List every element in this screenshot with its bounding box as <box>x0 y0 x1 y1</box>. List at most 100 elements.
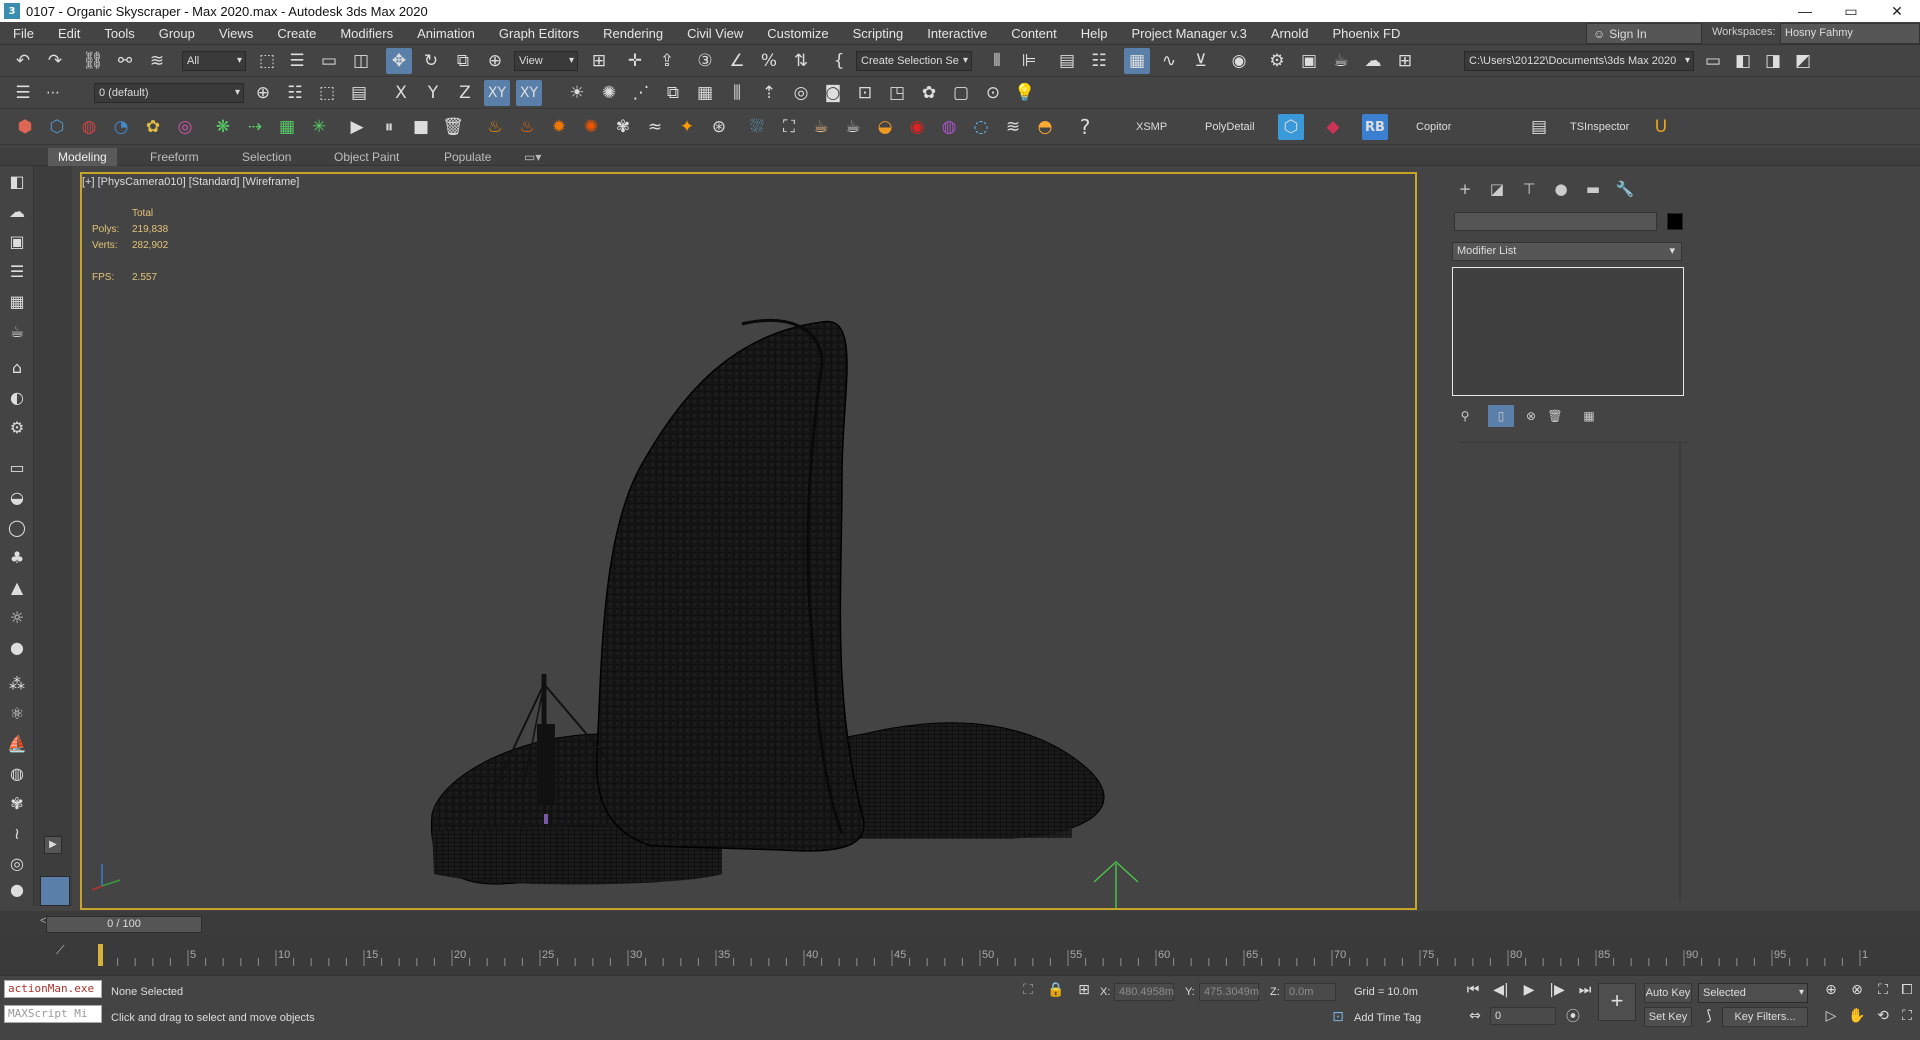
quick-align-icon[interactable]: ⫼ <box>724 80 750 106</box>
vortex-icon[interactable]: ⊛ <box>706 114 732 140</box>
smoke-icon[interactable]: ≈ <box>642 114 668 140</box>
tsinspector-button[interactable]: TSInspector <box>1570 121 1629 133</box>
current-layer-dropdown[interactable]: 0 (default) <box>94 83 244 103</box>
layer-manager-icon[interactable]: ☰ <box>10 80 36 106</box>
axis-z-button[interactable]: Z <box>452 80 478 106</box>
sign-in-dropdown[interactable]: ☺ Sign In <box>1586 23 1702 44</box>
menu-interactive[interactable]: Interactive <box>915 26 999 41</box>
rectangular-selection-icon[interactable]: ▭ <box>316 48 342 74</box>
zoom-extents-all-icon[interactable]: ⧠ <box>1896 980 1918 1000</box>
timeline-ruler[interactable]: 5 10 15 20 25 30 35 40 45 50 55 60 65 70 75 80 85 90 95 100 <box>98 942 1868 966</box>
camera-rig-icon[interactable]: ⚙ <box>4 414 30 440</box>
grid-helper-icon[interactable]: ▦ <box>274 114 300 140</box>
xsmp-button[interactable]: XSMP <box>1136 121 1167 133</box>
undo-icon[interactable]: ↶ <box>10 48 36 74</box>
grid-panel-icon[interactable]: ▦ <box>4 288 30 314</box>
boat-wake-icon[interactable]: ◓ <box>1032 114 1058 140</box>
ribbon-options-icon[interactable]: ▭▾ <box>514 148 551 166</box>
particle-shader-icon[interactable]: ✾ <box>610 114 636 140</box>
configure-sets-icon[interactable]: ▦ <box>1576 405 1602 427</box>
place-highlight-icon[interactable]: ◎ <box>788 80 814 106</box>
percent-snap-icon[interactable]: % <box>756 48 782 74</box>
minimize-button[interactable]: — <box>1782 0 1828 22</box>
schematic-view-icon[interactable]: ⊻ <box>1188 48 1214 74</box>
material-editor-icon[interactable]: ◉ <box>1226 48 1252 74</box>
clear-cache-icon[interactable]: 🗑 <box>440 114 466 140</box>
snapshot-icon[interactable]: ✺ <box>596 80 622 106</box>
motion-panel-icon[interactable]: ● <box>1548 178 1574 200</box>
ocean-preset-icon[interactable]: ≋ <box>1000 114 1026 140</box>
plugin-cube-icon[interactable]: ⬡ <box>1278 114 1304 140</box>
menu-project-manager[interactable]: Project Manager v.3 <box>1120 26 1259 41</box>
object-name-field[interactable] <box>1454 212 1657 231</box>
viewport-thumbnail[interactable] <box>40 876 70 906</box>
reference-coordinate-dropdown[interactable]: View <box>514 51 578 71</box>
molecule-icon[interactable]: ⚛ <box>4 700 30 726</box>
window-crossing-icon[interactable]: ◫ <box>348 48 374 74</box>
normal-align-icon[interactable]: ⇡ <box>756 80 782 106</box>
link-icon[interactable]: ⛓ <box>80 48 106 74</box>
status-sphere-icon[interactable]: ● <box>4 876 30 902</box>
y-coordinate-field[interactable]: 475.3049m <box>1199 983 1259 1001</box>
liquid-source-icon[interactable]: ⛆ <box>744 114 770 140</box>
select-and-move-icon[interactable]: ✥ <box>386 48 412 74</box>
fire-grid-icon[interactable]: ♨ <box>514 114 540 140</box>
show-end-result-icon[interactable]: ▯ <box>1488 405 1514 427</box>
foam-preset-icon[interactable]: ◍ <box>936 114 962 140</box>
time-configuration-icon[interactable]: ⇔ <box>1464 1006 1486 1026</box>
menu-group[interactable]: Group <box>147 26 207 41</box>
rendered-frame-window-icon[interactable]: ▣ <box>1296 48 1322 74</box>
select-and-place-icon[interactable]: ⊕ <box>482 48 508 74</box>
water-drop-icon[interactable]: ◔ <box>108 114 134 140</box>
add-time-tag-button[interactable]: Add Time Tag <box>1354 1012 1421 1024</box>
menu-create[interactable]: Create <box>265 26 328 41</box>
menu-scripting[interactable]: Scripting <box>841 26 916 41</box>
time-tag-icon[interactable]: ⊡ <box>1328 1007 1348 1027</box>
coffee-preset-icon[interactable]: ☕ <box>840 114 866 140</box>
tsinspector-icon[interactable]: ▤ <box>1526 114 1552 140</box>
a360-gallery-icon[interactable]: ⊞ <box>1392 48 1418 74</box>
material-side-icon[interactable]: ◎ <box>4 850 30 876</box>
maximize-viewport-icon[interactable]: ⛶ <box>1896 1006 1918 1026</box>
object-paint-icon[interactable]: ✿ <box>916 80 942 106</box>
spinner-snap-icon[interactable]: ⇅ <box>788 48 814 74</box>
play-simulation-icon[interactable]: ▶ <box>344 114 370 140</box>
toggle-ribbon-icon[interactable]: ▦ <box>1124 48 1150 74</box>
edit-named-selection-icon[interactable]: { <box>826 48 852 74</box>
menu-views[interactable]: Views <box>207 26 265 41</box>
curve-editor-icon[interactable]: ∿ <box>1156 48 1182 74</box>
dome-icon[interactable]: ◒ <box>4 484 30 510</box>
key-filters-button[interactable]: Key Filters... <box>1722 1007 1808 1027</box>
go-to-start-icon[interactable]: ⏮ <box>1462 980 1484 1000</box>
menu-civil-view[interactable]: Civil View <box>675 26 755 41</box>
wave-preset-icon[interactable]: ◌ <box>968 114 994 140</box>
selection-lock-icon[interactable]: 🔒 <box>1046 980 1066 1000</box>
clone-align-icon[interactable]: ⧉ <box>660 80 686 106</box>
pan-view-icon[interactable]: ✋ <box>1846 1006 1868 1026</box>
named-selection-dropdown[interactable]: Create Selection Se <box>856 51 972 71</box>
geosphere-icon[interactable]: ⬡ <box>44 114 70 140</box>
sun-icon[interactable]: ☼ <box>4 604 30 630</box>
project-folder-icon[interactable]: ▭ <box>1700 48 1726 74</box>
burst-icon[interactable]: ✳ <box>306 114 332 140</box>
cyclone-icon[interactable]: ◎ <box>172 114 198 140</box>
spacing-tool-icon[interactable]: ⋰ <box>628 80 654 106</box>
plane-icon[interactable]: ▭ <box>4 454 30 480</box>
polydetail-button[interactable]: PolyDetail <box>1205 121 1255 133</box>
select-object-icon[interactable]: ⬚ <box>254 48 280 74</box>
app-icon[interactable]: 3 <box>4 3 20 19</box>
align-view-icon[interactable]: ⊡ <box>852 80 878 106</box>
viewport-layout-icon[interactable]: ◧ <box>4 168 30 194</box>
menu-phoenix-fd[interactable]: Phoenix FD <box>1320 26 1412 41</box>
select-and-scale-icon[interactable]: ⧉ <box>450 48 476 74</box>
walkthrough-icon[interactable]: ⊙ <box>980 80 1006 106</box>
next-frame-icon[interactable]: |▶ <box>1546 980 1568 1000</box>
utilities-panel-icon[interactable]: 🔧 <box>1612 178 1638 200</box>
paint-preset-icon[interactable]: ◉ <box>904 114 930 140</box>
menu-arnold[interactable]: Arnold <box>1259 26 1321 41</box>
help-icon[interactable]: ? <box>1072 114 1098 140</box>
workspace-3-icon[interactable]: ◩ <box>1790 48 1816 74</box>
create-panel-icon[interactable]: + <box>1452 178 1478 200</box>
current-frame-field[interactable]: 0 <box>1490 1007 1556 1025</box>
maxscript-listener-output[interactable]: actionMan.exe <box>4 980 102 998</box>
